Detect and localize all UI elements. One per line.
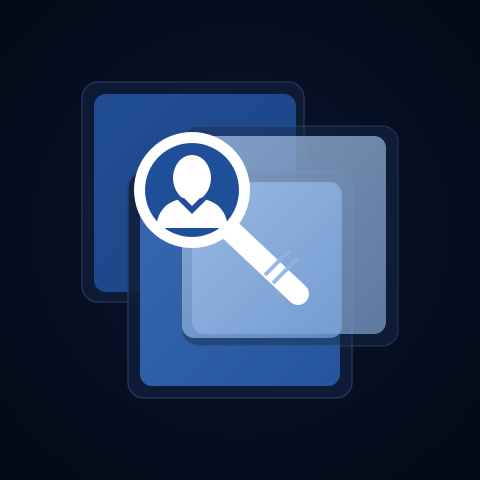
icon-canvas xyxy=(0,0,480,480)
user-search-icon xyxy=(81,81,399,399)
